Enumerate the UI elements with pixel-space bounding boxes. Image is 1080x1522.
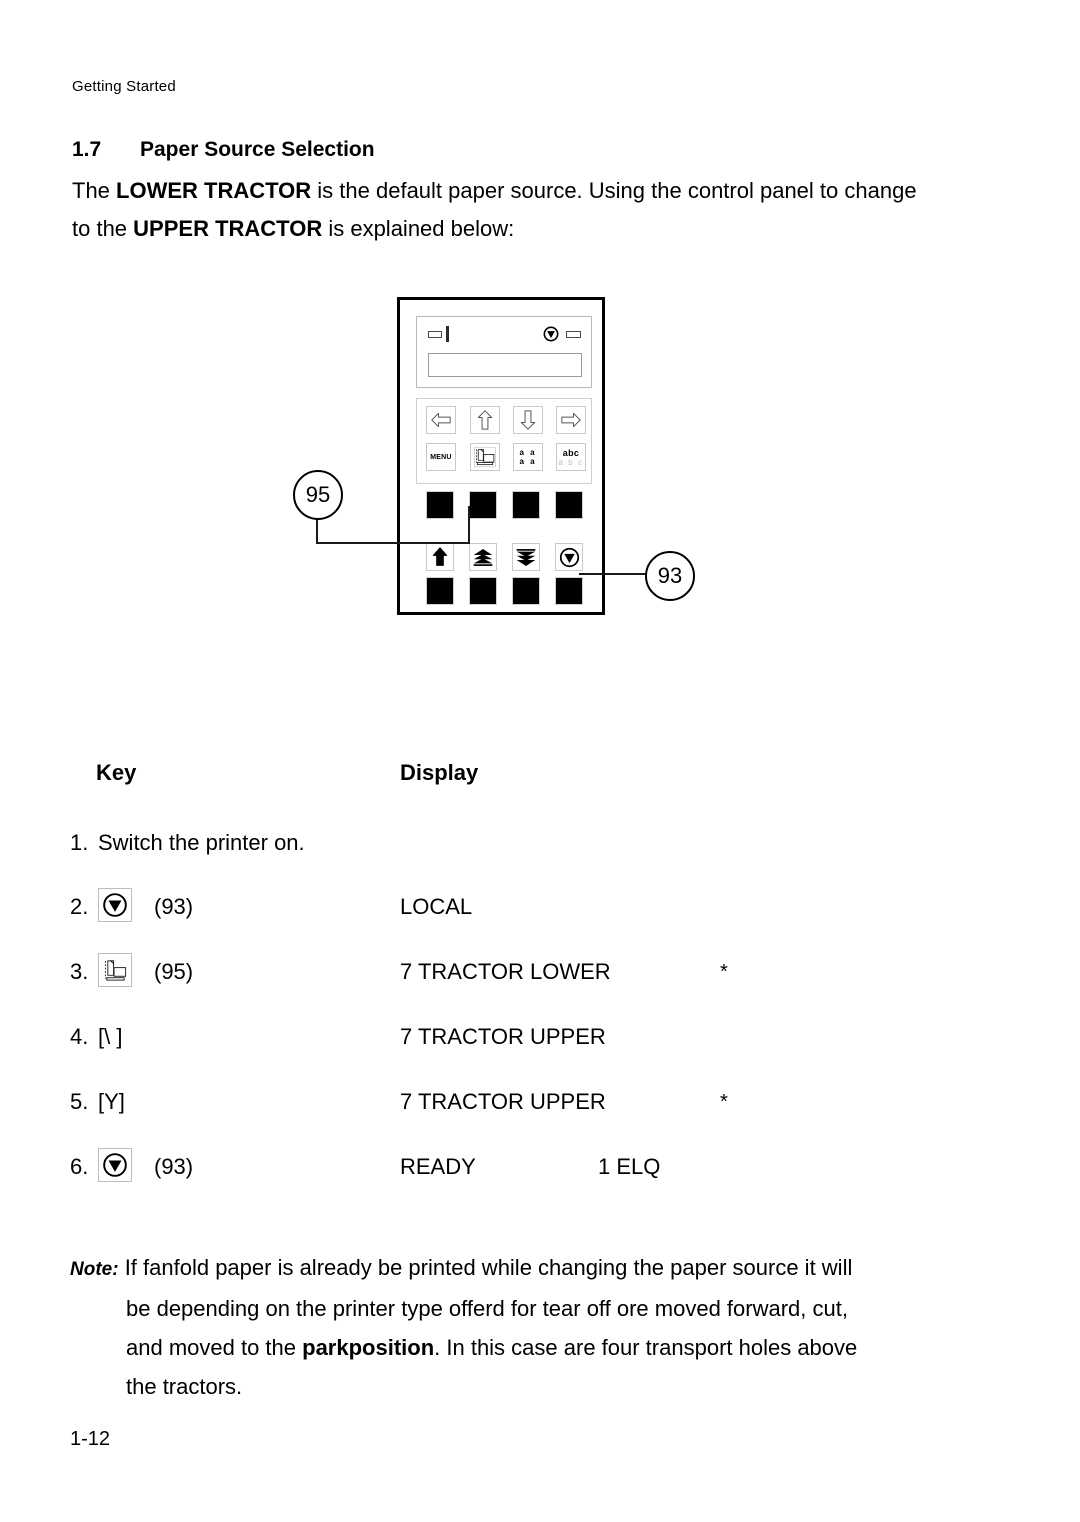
callout-bubble-93: 93 [645,551,695,601]
leader-line-95-riser [468,506,470,544]
note-line-3-b: . In this case are four transport holes … [434,1335,858,1360]
paper-source-key[interactable] [470,443,500,471]
table-header-display: Display [400,760,479,785]
table-row: 5. [Y] 7 TRACTOR UPPER * [70,1083,990,1129]
paper-stack-up-icon [469,543,497,571]
note-line-1: If fanfold paper is already be printed w… [124,1255,853,1280]
note-bold-parkposition: parkposition [302,1335,435,1360]
note-line-2: be depending on the printer type offerd … [126,1296,848,1321]
table-header-key: Key [96,760,137,785]
step-key-text: [Y] [98,1089,125,1114]
led-indicator-right-icon [566,331,581,338]
leader-line-93-horizontal [579,573,649,575]
step-star: * [720,961,728,983]
running-head: Getting Started [72,78,176,95]
note-block: Note: If fanfold paper is already be pri… [70,1248,930,1406]
step-index: 6. [70,1154,89,1179]
step-display-secondary: 1 ELQ [598,1154,661,1179]
note-line-3: and moved to the parkposition. In this c… [70,1328,930,1367]
page-number: 1-12 [70,1428,111,1450]
intro-bold-upper-tractor: UPPER TRACTOR [133,216,323,241]
character-set-button[interactable] [555,491,583,519]
character-set-key-label-bottom: a b c [558,457,584,467]
step-display: READY [400,1154,476,1179]
stop-key-icon [98,888,132,922]
table-row: 6. (93) READY 1 ELQ [70,1148,990,1194]
display-section [416,316,592,388]
paper-stack-down-button[interactable] [512,577,540,605]
step-key-ref: (93) [154,1154,194,1179]
stop-key-icon [555,543,583,571]
stop-key-icon [98,1148,132,1182]
paper-source-button[interactable] [469,491,497,519]
intro-bold-lower-tractor: LOWER TRACTOR [116,178,312,203]
step-index: 1. [70,830,89,855]
menu-button[interactable] [426,491,454,519]
note-line-4: the tractors. [126,1374,243,1399]
callout-label-93: 93 [657,563,683,588]
note-line-3-a: and moved to the [126,1335,303,1360]
font-size-key[interactable]: a a a a [513,443,543,471]
step-display: 7 TRACTOR UPPER [400,1089,606,1114]
step-key-ref: (95) [154,959,194,984]
page-title: 1.7 Paper Source Selection [72,138,375,162]
led-bar-icon [446,326,449,342]
note-label: Note: [70,1259,119,1280]
paper-stack-up-button[interactable] [469,577,497,605]
step-key-text: Switch the printer on. [98,830,305,855]
font-size-key-label-bottom: a a [519,457,537,466]
step-star: * [720,1091,728,1113]
font-size-button[interactable] [512,491,540,519]
step-index: 4. [70,1024,89,1049]
step-key-text: [\ ] [98,1024,123,1049]
step-key-ref: (93) [154,894,194,919]
arrow-down-icon[interactable] [513,406,543,434]
control-panel-figure: 95 93 MENU a a a a abc a b c [285,288,705,628]
stop-button[interactable] [555,577,583,605]
leader-line-95-horizontal [316,542,470,544]
callout-bubble-95: 95 [293,470,343,520]
callout-label-95: 95 [305,482,331,507]
arrow-right-icon[interactable] [556,406,586,434]
form-feed-button[interactable] [426,577,454,605]
step-index: 5. [70,1089,89,1114]
section-title: Paper Source Selection [140,138,375,161]
intro-text-c: is explained below: [322,216,515,241]
character-set-key-label-top: abc [562,447,580,458]
paper-stack-down-icon [512,543,540,571]
lcd-screen [428,353,582,377]
form-feed-up-icon [426,543,454,571]
section-number: 1.7 [72,138,102,161]
step-display: LOCAL [400,894,473,919]
table-row: 3. (95) 7 TRACTOR LOWER * [70,953,990,999]
step-index: 2. [70,894,89,919]
menu-key-label: MENU [430,453,452,461]
intro-paragraph: The LOWER TRACTOR is the default paper s… [72,172,922,248]
step-index: 3. [70,959,89,984]
document-page: Getting Started 1.7 Paper Source Selectio… [0,0,1080,1522]
character-set-key[interactable]: abc a b c [556,443,586,471]
arrow-left-icon[interactable] [426,406,456,434]
table-row: 1. Switch the printer on. [70,824,990,870]
led-indicator-icon [428,331,442,338]
printer-control-panel: MENU a a a a abc a b c [397,297,605,615]
stop-indicator-icon [543,326,559,342]
step-display: 7 TRACTOR UPPER [400,1024,606,1049]
arrow-up-icon[interactable] [470,406,500,434]
menu-key-group: MENU a a a a abc a b c [416,398,592,484]
menu-key[interactable]: MENU [426,443,456,471]
paper-source-key-icon [98,953,132,987]
font-size-key-label-top: a a [519,448,537,457]
table-row: 2. (93) LOCAL [70,888,990,934]
table-row: 4. [\ ] 7 TRACTOR UPPER [70,1018,990,1064]
intro-text-a: The [72,178,117,203]
step-display: 7 TRACTOR LOWER [400,959,611,984]
